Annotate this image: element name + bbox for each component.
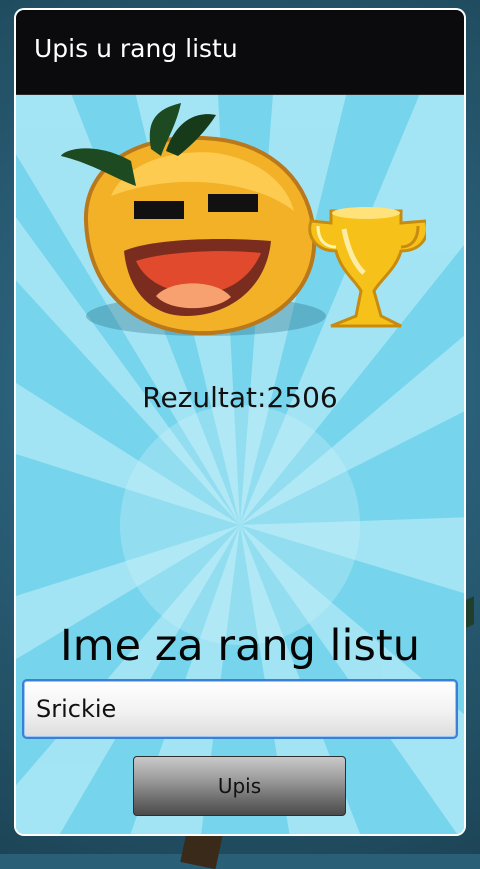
dialog-titlebar: Upis u rang listu	[16, 10, 464, 95]
dialog-content: Rezultat:2506 Ime za rang listu Upis	[16, 95, 464, 834]
submit-button[interactable]: Upis	[133, 756, 346, 816]
trophy-icon	[308, 207, 426, 328]
leaderboard-entry-dialog: Upis u rang listu Rezultat:2506 Ime za r…	[16, 10, 464, 834]
dialog-title: Upis u rang listu	[34, 34, 238, 63]
name-heading: Ime za rang listu	[60, 621, 420, 671]
mascot-image	[61, 103, 426, 336]
smiling-fruit-mascot-icon	[61, 103, 326, 336]
score-text: Rezultat:2506	[142, 381, 338, 414]
player-name-input[interactable]	[22, 679, 458, 739]
